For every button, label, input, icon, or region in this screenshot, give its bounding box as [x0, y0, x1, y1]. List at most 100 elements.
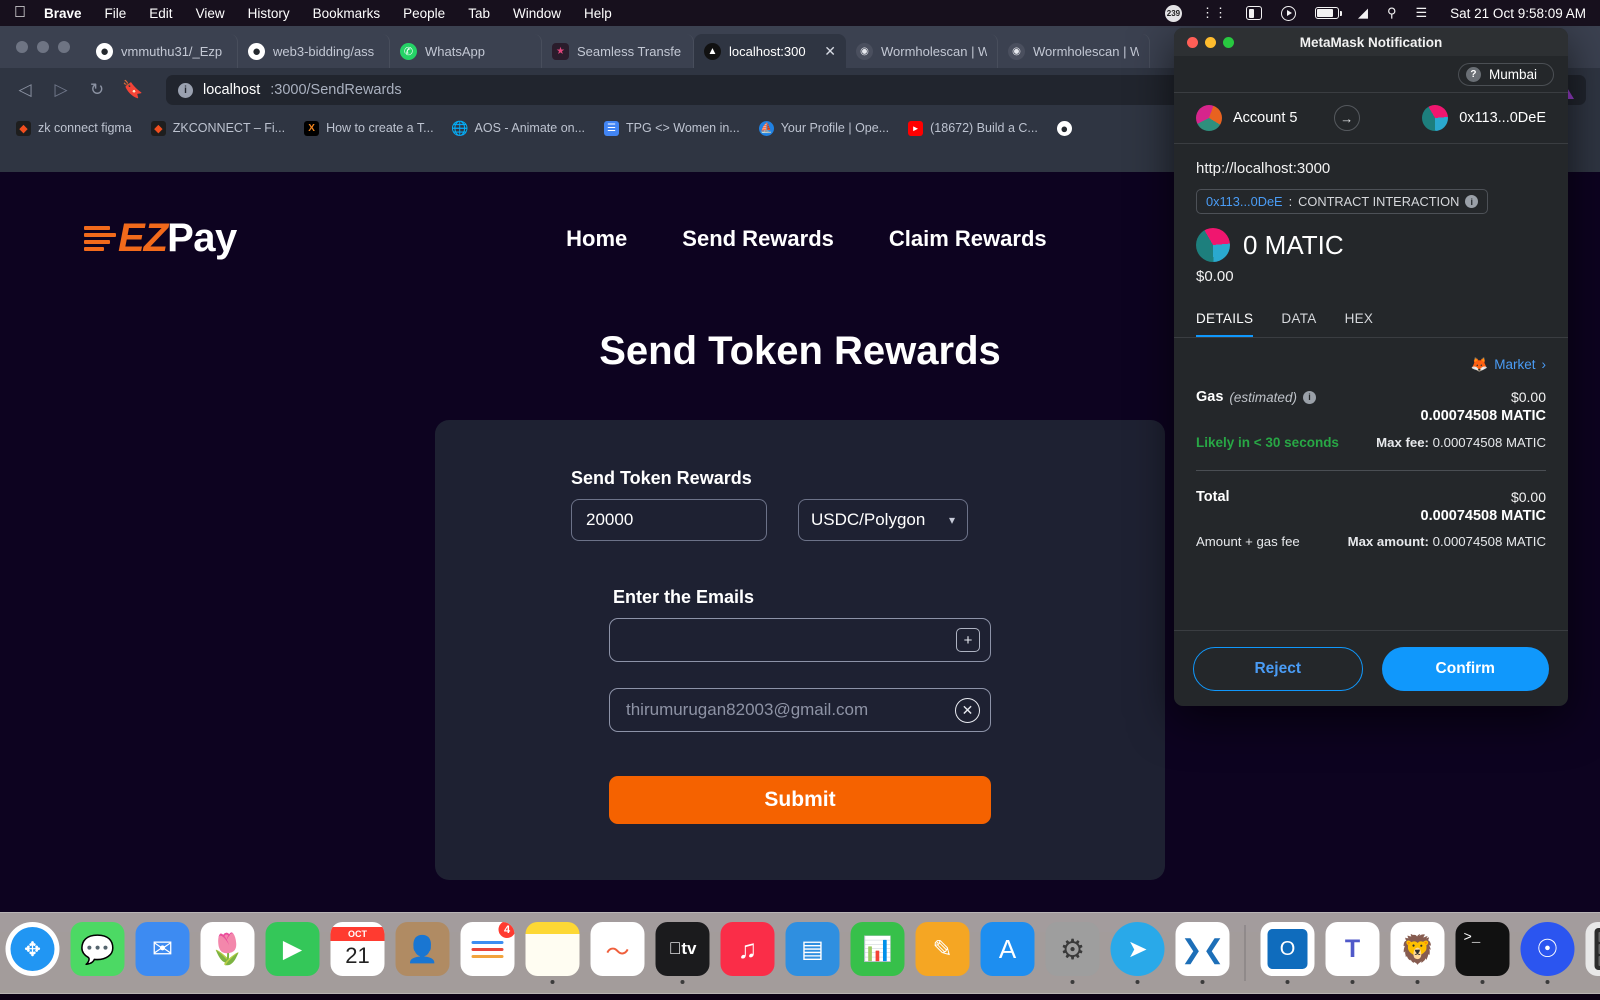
menu-item-file[interactable]: File	[105, 6, 127, 21]
stage-manager-icon[interactable]	[1245, 6, 1262, 20]
tab-title: Seamless Transfe	[577, 43, 682, 59]
menu-item-window[interactable]: Window	[513, 6, 561, 21]
dock-item-keynote[interactable]: ▤	[783, 922, 843, 984]
email-input-row[interactable]: +	[609, 618, 991, 662]
browser-tab-active[interactable]: ▲ localhost:300 ✕	[694, 34, 846, 68]
bookmark-item[interactable]: ●	[1049, 118, 1087, 139]
add-email-button[interactable]: +	[956, 628, 980, 652]
tab-hex[interactable]: HEX	[1345, 301, 1374, 337]
max-fee-label: Max fee:	[1376, 435, 1429, 450]
remove-email-button[interactable]: ✕	[955, 697, 980, 723]
menu-item-edit[interactable]: Edit	[149, 6, 172, 21]
spotlight-search-icon[interactable]: ⚲	[1387, 5, 1397, 21]
dock-item-postman[interactable]: ☉	[1518, 922, 1578, 984]
nav-link-send-rewards[interactable]: Send Rewards	[682, 226, 834, 252]
bookmark-item[interactable]: ► (18672) Build a C...	[900, 118, 1046, 139]
bookmark-item[interactable]: ☰ TPG <> Women in...	[596, 118, 748, 139]
apple-logo-icon[interactable]: 	[14, 5, 26, 21]
menubar-clock[interactable]: Sat 21 Oct 9:58:09 AM	[1450, 6, 1586, 21]
info-icon[interactable]: i	[1465, 195, 1479, 208]
maximize-window-button[interactable]	[58, 41, 70, 53]
menu-item-brave[interactable]: Brave	[44, 6, 82, 21]
dock-item-safari[interactable]: ✥	[3, 922, 63, 984]
dock-item-apple-tv[interactable]: tv	[653, 922, 713, 984]
gas-info-icon[interactable]: i	[1302, 390, 1316, 404]
ezpay-logo[interactable]: EZ Pay	[84, 216, 237, 261]
browser-tab[interactable]: ★ Seamless Transfe	[542, 34, 694, 68]
menu-item-tab[interactable]: Tab	[468, 6, 490, 21]
dock-item-numbers[interactable]: 📊	[848, 922, 908, 984]
browser-tab[interactable]: ◉ Wormholescan | W	[846, 34, 998, 68]
step-counter-icon[interactable]: 239	[1164, 4, 1182, 22]
dock-item-photos[interactable]: 🌷	[198, 922, 258, 984]
battery-icon[interactable]	[1314, 7, 1342, 19]
submit-button[interactable]: Submit	[609, 776, 991, 824]
browser-tab[interactable]: ✆ WhatsApp	[390, 34, 542, 68]
calculator-icon	[1585, 922, 1600, 976]
dock-item-pages[interactable]: ✎	[913, 922, 973, 984]
dock-item-facetime[interactable]: ▶	[263, 922, 323, 984]
nav-link-home[interactable]: Home	[566, 226, 627, 252]
dock-item-contacts[interactable]: 👤	[393, 922, 453, 984]
dock-item-calculator[interactable]	[1583, 922, 1600, 984]
amount-input[interactable]	[571, 499, 767, 541]
dock-item-reminders[interactable]: 4	[458, 922, 518, 984]
dock-item-outlook[interactable]: O	[1258, 922, 1318, 984]
reload-button[interactable]: ↻	[86, 80, 108, 100]
bookmark-item[interactable]: ⛵ Your Profile | Ope...	[751, 118, 897, 139]
running-indicator	[680, 980, 685, 984]
metamask-amount-row: 0 MATIC	[1174, 214, 1568, 262]
tab-details[interactable]: DETAILS	[1196, 301, 1254, 337]
dock-item-freeform[interactable]: 〜	[588, 922, 648, 984]
forward-button[interactable]: ▷	[50, 80, 72, 100]
dock-item-mail[interactable]: ✉	[133, 922, 193, 984]
tab-data[interactable]: DATA	[1281, 301, 1316, 337]
menu-item-view[interactable]: View	[196, 6, 225, 21]
dock-item-teams[interactable]: T	[1323, 922, 1383, 984]
bookmark-item[interactable]: ◆ ZKCONNECT – Fi...	[143, 118, 293, 139]
to-account[interactable]: 0x113...0DeE	[1422, 105, 1546, 131]
dock-item-vscode[interactable]: ❯❮	[1173, 922, 1233, 984]
bookmark-button[interactable]: 🔖	[122, 80, 144, 100]
menu-item-bookmarks[interactable]: Bookmarks	[313, 6, 381, 21]
confirm-button[interactable]: Confirm	[1381, 646, 1549, 691]
opensea-icon: ⛵	[758, 120, 774, 136]
dock-item-calendar[interactable]: OCT 21	[328, 922, 388, 984]
back-button[interactable]: ◁	[14, 80, 36, 100]
browser-tab[interactable]: ● web3-bidding/ass	[238, 34, 390, 68]
from-account[interactable]: Account 5	[1196, 105, 1298, 131]
dock-item-app-store[interactable]: A	[978, 922, 1038, 984]
minimize-window-button[interactable]	[37, 41, 49, 53]
control-center-icon[interactable]: ☰	[1416, 5, 1428, 21]
network-selector[interactable]: ? Mumbai	[1457, 62, 1554, 86]
input-source-icon[interactable]: ⋮⋮	[1201, 5, 1227, 21]
metamask-notification-window: MetaMask Notification ? Mumbai Account 5…	[1174, 28, 1568, 706]
dock-item-messages[interactable]: 💬	[68, 922, 128, 984]
close-tab-icon[interactable]: ✕	[824, 44, 836, 58]
wifi-icon[interactable]: ◢	[1358, 5, 1368, 21]
bookmark-item[interactable]: ◆ zk connect figma	[8, 118, 140, 139]
reject-button[interactable]: Reject	[1193, 646, 1363, 691]
menu-item-history[interactable]: History	[248, 6, 290, 21]
bookmark-item[interactable]: X How to create a T...	[296, 118, 441, 139]
menu-item-people[interactable]: People	[403, 6, 445, 21]
bookmark-item[interactable]: 🌐 AOS - Animate on...	[445, 118, 593, 139]
market-link[interactable]: 🦊 Market ›	[1196, 356, 1546, 373]
now-playing-icon[interactable]	[1280, 5, 1296, 21]
browser-tab[interactable]: ● vmmuthu31/_Ezp	[86, 34, 238, 68]
contract-interaction-pill[interactable]: 0x113...0DeE : CONTRACT INTERACTION i	[1196, 189, 1489, 214]
browser-tab[interactable]: ◉ Wormholescan | W	[998, 34, 1150, 68]
total-primary-row: Total $0.00 0.00074508 MATIC	[1196, 489, 1546, 524]
dock-item-notes[interactable]	[523, 922, 583, 984]
dock-item-telegram[interactable]: ➤	[1108, 922, 1168, 984]
dock-item-music[interactable]: ♫	[718, 922, 778, 984]
dock-item-system-settings[interactable]: ⚙	[1043, 922, 1103, 984]
dock-item-brave[interactable]: 🦁	[1388, 922, 1448, 984]
token-select[interactable]: USDC/Polygon ▾	[798, 499, 968, 541]
dock-item-terminal[interactable]: >_	[1453, 922, 1513, 984]
site-info-icon[interactable]: i	[178, 82, 193, 98]
github-icon: ●	[248, 42, 265, 60]
menu-item-help[interactable]: Help	[584, 6, 612, 21]
close-window-button[interactable]	[16, 41, 28, 53]
nav-link-claim-rewards[interactable]: Claim Rewards	[889, 226, 1047, 252]
